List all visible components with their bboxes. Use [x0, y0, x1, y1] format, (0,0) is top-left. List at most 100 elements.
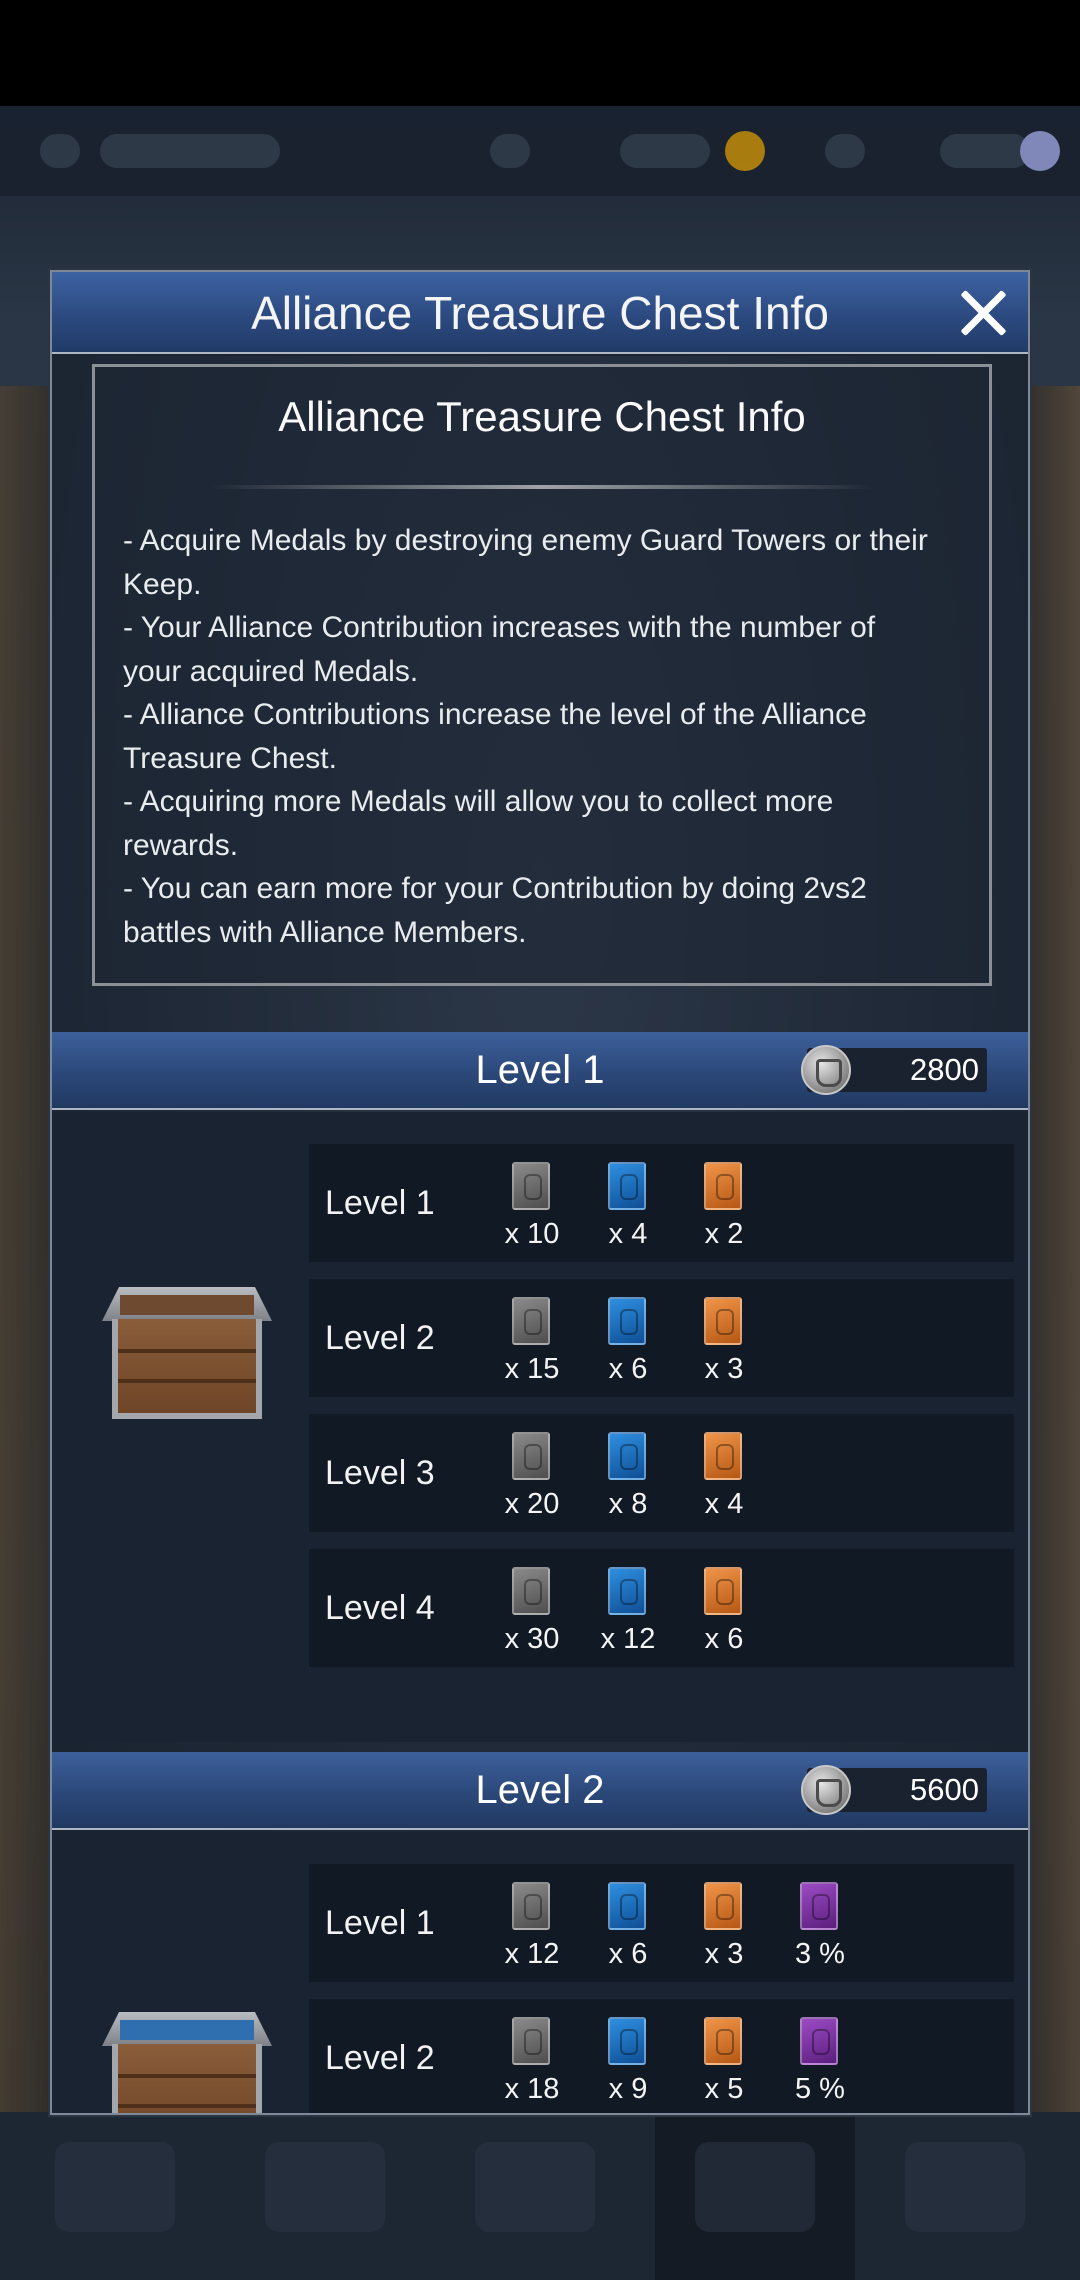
purple-card-icon	[800, 2017, 844, 2071]
orange-card-reward: x 3	[684, 1882, 764, 1972]
medal-icon	[801, 1045, 851, 1095]
blurred-icon-2	[825, 134, 865, 168]
reward-qty: x 9	[608, 2073, 648, 2105]
row-label: Level 1	[325, 1904, 435, 1942]
gray-card-reward: x 18	[492, 2017, 572, 2107]
reward-qty: x 3	[704, 1353, 744, 1385]
game-top-bar	[0, 106, 1080, 196]
reward-qty: x 10	[504, 1218, 560, 1250]
close-icon[interactable]	[956, 286, 1010, 340]
purple-card-reward: 3 %	[780, 1882, 860, 1972]
reward-qty: x 20	[504, 1488, 560, 1520]
purple-card-reward: 5 %	[780, 2017, 860, 2107]
dialog-title: Alliance Treasure Chest Info	[251, 287, 829, 339]
gold-coin-icon	[725, 131, 765, 171]
gray-card-icon	[512, 1162, 556, 1216]
reward-qty: x 5	[704, 2073, 744, 2105]
medal-cost: 2800	[801, 1045, 987, 1095]
reward-qty: x 18	[504, 2073, 560, 2105]
info-title: Alliance Treasure Chest Info	[278, 393, 806, 440]
blue-card-reward: x 8	[588, 1432, 668, 1522]
blurred-gems	[940, 134, 1030, 168]
reward-qty: x 4	[608, 1218, 648, 1250]
gray-card-reward: x 10	[492, 1162, 572, 1252]
gray-card-reward: x 12	[492, 1882, 572, 1972]
blue-card-icon	[608, 2017, 652, 2071]
info-box: Alliance Treasure Chest Info - Acquire M…	[92, 364, 992, 986]
info-line: - You can earn more for your Contributio…	[123, 872, 867, 905]
info-line: - Acquire Medals by destroying enemy Gua…	[123, 524, 928, 557]
gray-card-reward: x 20	[492, 1432, 572, 1522]
reward-qty: x 15	[504, 1353, 560, 1385]
orange-card-reward: x 3	[684, 1297, 764, 1387]
gray-card-icon	[512, 1432, 556, 1486]
bottom-nav-item[interactable]	[55, 2142, 175, 2232]
blue-card-reward: x 4	[588, 1162, 668, 1252]
blue-card-reward: x 6	[588, 1297, 668, 1387]
blue-card-icon	[608, 1432, 652, 1486]
gray-card-reward: x 15	[492, 1297, 572, 1387]
status-bar	[0, 0, 1080, 106]
blue-card-icon	[608, 1162, 652, 1216]
reward-row: Level 1 x 10 x 4 x 2	[309, 1144, 1014, 1262]
back-icon	[40, 134, 80, 168]
bottom-nav-item[interactable]	[475, 2142, 595, 2232]
row-label: Level 2	[325, 1319, 435, 1357]
orange-card-icon	[704, 2017, 748, 2071]
reward-row: Level 4 x 30 x 12 x 6	[309, 1549, 1014, 1667]
dialog-scroll-area[interactable]: Alliance Treasure Chest Info - Acquire M…	[52, 356, 1028, 2113]
gem-icon	[1020, 131, 1060, 171]
info-line: rewards.	[123, 828, 239, 862]
reward-qty: x 6	[608, 1353, 648, 1385]
info-text: - Acquire Medals by destroying enemy Gua…	[123, 519, 973, 954]
chest-lid-inner	[120, 1295, 254, 1315]
reward-row: Level 2 x 18 x 9 x 5 5 %	[309, 1999, 1014, 2113]
medal-value: 5600	[910, 1772, 979, 1807]
level-header: Level 1 2800	[52, 1032, 1028, 1110]
blurred-icon	[490, 134, 530, 168]
chest-box	[112, 2044, 262, 2113]
bottom-nav-item[interactable]	[695, 2142, 815, 2232]
blue-card-reward: x 6	[588, 1882, 668, 1972]
orange-card-icon	[704, 1567, 748, 1621]
chest-lid-inner	[120, 2020, 254, 2040]
blue-card-reward: x 9	[588, 2017, 668, 2107]
reward-qty: x 12	[600, 1623, 656, 1655]
orange-card-reward: x 5	[684, 2017, 764, 2107]
medal-icon	[801, 1765, 851, 1815]
blue-card-icon	[608, 1882, 652, 1936]
chest-box	[112, 1319, 262, 1419]
blue-card-icon	[608, 1567, 652, 1621]
gray-card-reward: x 30	[492, 1567, 572, 1657]
info-line: Treasure Chest.	[123, 741, 337, 775]
level-body: Level 1 x 12 x 6 x 3 3 % Level 2 x 18 x …	[52, 1832, 1028, 2113]
reward-qty: 5 %	[795, 2073, 845, 2105]
reward-qty: x 30	[504, 1623, 560, 1655]
treasure-chest-info-dialog: Alliance Treasure Chest Info Alliance Tr…	[50, 270, 1030, 2115]
medal-cost: 5600	[801, 1765, 987, 1815]
row-label: Level 2	[325, 2039, 435, 2077]
level-body: Level 1 x 10 x 4 x 2 Level 2 x 15 x 6 x …	[52, 1112, 1028, 1742]
level-header: Level 2 5600	[52, 1752, 1028, 1830]
gray-card-icon	[512, 1882, 556, 1936]
bottom-nav-item[interactable]	[905, 2142, 1025, 2232]
blurred-label	[100, 134, 280, 168]
blue-card-reward: x 12	[588, 1567, 668, 1657]
orange-card-icon	[704, 1432, 748, 1486]
row-label: Level 4	[325, 1589, 435, 1627]
reward-qty: 3 %	[795, 1938, 845, 1970]
orange-card-reward: x 6	[684, 1567, 764, 1657]
orange-card-icon	[704, 1297, 748, 1351]
treasure-chest-image	[102, 2012, 272, 2113]
reward-qty: x 2	[704, 1218, 744, 1250]
reward-qty: x 8	[608, 1488, 648, 1520]
info-line: Keep.	[123, 567, 202, 601]
orange-card-icon	[704, 1882, 748, 1936]
gray-card-icon	[512, 1567, 556, 1621]
info-line: your acquired Medals.	[123, 654, 419, 688]
reward-row: Level 1 x 12 x 6 x 3 3 %	[309, 1864, 1014, 1982]
row-label: Level 1	[325, 1184, 435, 1222]
row-label: Level 3	[325, 1454, 435, 1492]
bottom-nav-item[interactable]	[265, 2142, 385, 2232]
reward-row: Level 2 x 15 x 6 x 3	[309, 1279, 1014, 1397]
